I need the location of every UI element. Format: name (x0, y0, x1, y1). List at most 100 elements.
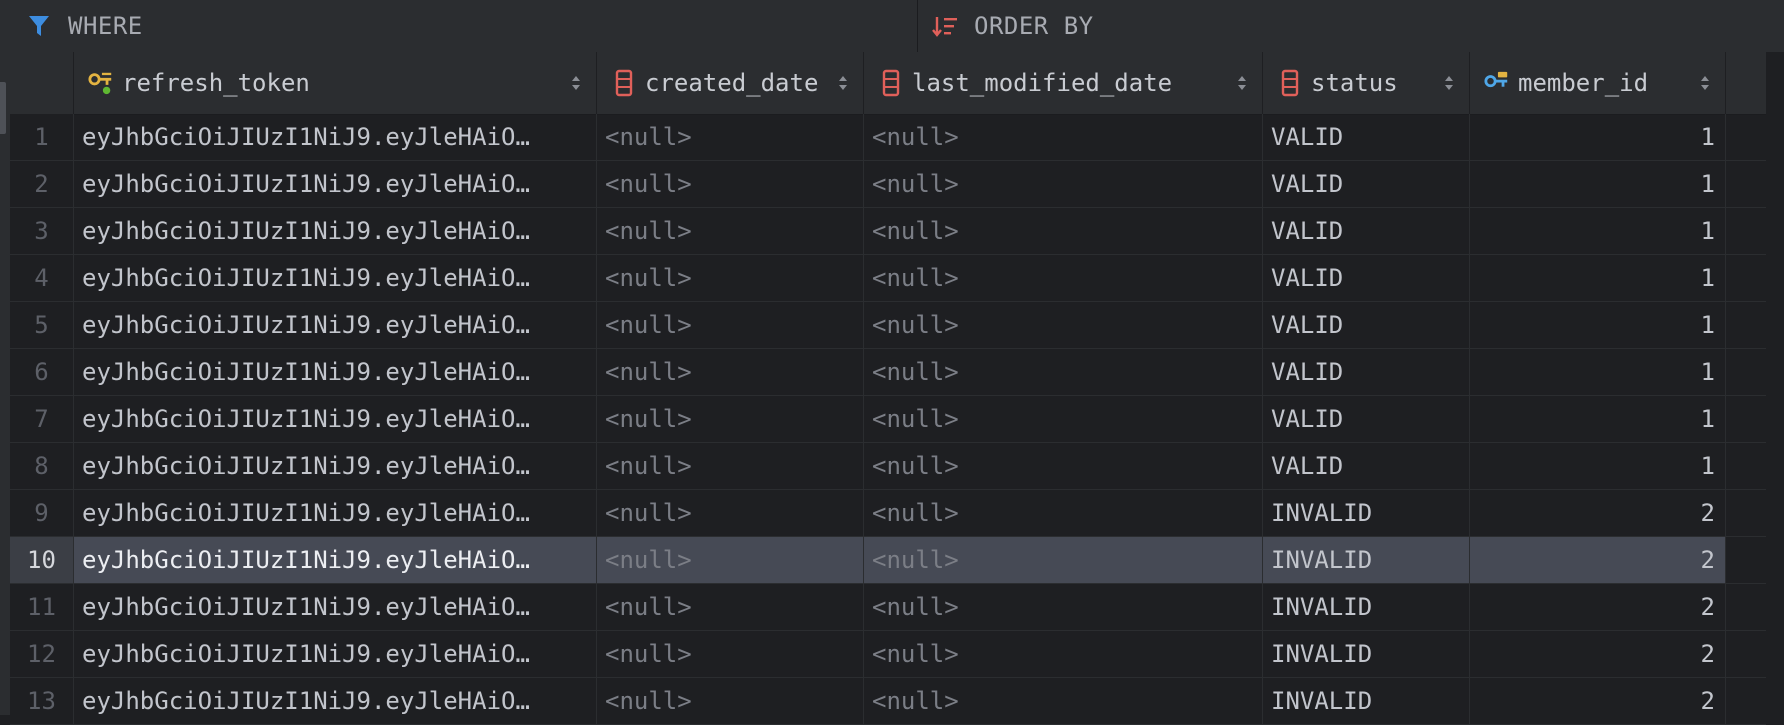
table-row-selected[interactable]: 10 eyJhbGciOiJIUzI1NiJ9.eyJleHAiO… <null… (10, 537, 1766, 584)
cell-member-id[interactable]: 1 (1470, 349, 1726, 395)
sort-toggle-icon[interactable] (1699, 74, 1711, 92)
row-number[interactable]: 9 (10, 490, 74, 536)
cell-status[interactable]: INVALID (1263, 537, 1470, 583)
row-number[interactable]: 3 (10, 208, 74, 254)
cell-last-modified-date[interactable]: <null> (864, 349, 1263, 395)
cell-created-date[interactable]: <null> (597, 443, 864, 489)
cell-member-id[interactable]: 2 (1470, 537, 1726, 583)
cell-member-id[interactable]: 2 (1470, 678, 1726, 724)
sort-toggle-icon[interactable] (570, 74, 582, 92)
cell-member-id[interactable]: 2 (1470, 631, 1726, 677)
cell-refresh-token[interactable]: eyJhbGciOiJIUzI1NiJ9.eyJleHAiO… (74, 584, 597, 630)
gutter-handle[interactable] (0, 82, 6, 134)
row-number[interactable]: 4 (10, 255, 74, 301)
cell-created-date[interactable]: <null> (597, 208, 864, 254)
column-header-status[interactable]: status (1263, 52, 1470, 114)
table-row[interactable]: 2 eyJhbGciOiJIUzI1NiJ9.eyJleHAiO… <null>… (10, 161, 1766, 208)
cell-created-date[interactable]: <null> (597, 537, 864, 583)
table-row[interactable]: 6 eyJhbGciOiJIUzI1NiJ9.eyJleHAiO… <null>… (10, 349, 1766, 396)
cell-refresh-token[interactable]: eyJhbGciOiJIUzI1NiJ9.eyJleHAiO… (74, 396, 597, 442)
cell-member-id[interactable]: 1 (1470, 255, 1726, 301)
row-number[interactable]: 5 (10, 302, 74, 348)
cell-refresh-token[interactable]: eyJhbGciOiJIUzI1NiJ9.eyJleHAiO… (74, 255, 597, 301)
cell-last-modified-date[interactable]: <null> (864, 114, 1263, 160)
cell-member-id[interactable]: 2 (1470, 584, 1726, 630)
table-row[interactable]: 3 eyJhbGciOiJIUzI1NiJ9.eyJleHAiO… <null>… (10, 208, 1766, 255)
row-number[interactable]: 8 (10, 443, 74, 489)
cell-status[interactable]: VALID (1263, 396, 1470, 442)
cell-status[interactable]: VALID (1263, 349, 1470, 395)
cell-member-id[interactable]: 1 (1470, 396, 1726, 442)
column-header-created-date[interactable]: created_date (597, 52, 864, 114)
cell-status[interactable]: INVALID (1263, 490, 1470, 536)
cell-refresh-token[interactable]: eyJhbGciOiJIUzI1NiJ9.eyJleHAiO… (74, 537, 597, 583)
row-number[interactable]: 13 (10, 678, 74, 724)
cell-last-modified-date[interactable]: <null> (864, 631, 1263, 677)
table-row[interactable]: 1 eyJhbGciOiJIUzI1NiJ9.eyJleHAiO… <null>… (10, 114, 1766, 161)
cell-refresh-token[interactable]: eyJhbGciOiJIUzI1NiJ9.eyJleHAiO… (74, 349, 597, 395)
table-row[interactable]: 9 eyJhbGciOiJIUzI1NiJ9.eyJleHAiO… <null>… (10, 490, 1766, 537)
cell-refresh-token[interactable]: eyJhbGciOiJIUzI1NiJ9.eyJleHAiO… (74, 161, 597, 207)
cell-status[interactable]: VALID (1263, 443, 1470, 489)
order-by-filter[interactable]: ORDER BY (918, 0, 1784, 52)
column-header-refresh-token[interactable]: refresh_token (74, 52, 597, 114)
cell-status[interactable]: INVALID (1263, 631, 1470, 677)
cell-last-modified-date[interactable]: <null> (864, 255, 1263, 301)
row-number[interactable]: 6 (10, 349, 74, 395)
cell-created-date[interactable]: <null> (597, 161, 864, 207)
sort-toggle-icon[interactable] (1443, 74, 1455, 92)
row-number[interactable]: 2 (10, 161, 74, 207)
cell-refresh-token[interactable]: eyJhbGciOiJIUzI1NiJ9.eyJleHAiO… (74, 302, 597, 348)
cell-status[interactable]: VALID (1263, 302, 1470, 348)
cell-last-modified-date[interactable]: <null> (864, 302, 1263, 348)
cell-last-modified-date[interactable]: <null> (864, 678, 1263, 724)
row-number-header[interactable] (10, 52, 74, 114)
cell-member-id[interactable]: 1 (1470, 208, 1726, 254)
cell-member-id[interactable]: 1 (1470, 302, 1726, 348)
column-header-last-modified-date[interactable]: last_modified_date (864, 52, 1263, 114)
cell-status[interactable]: VALID (1263, 161, 1470, 207)
sort-toggle-icon[interactable] (837, 74, 849, 92)
table-row[interactable]: 8 eyJhbGciOiJIUzI1NiJ9.eyJleHAiO… <null>… (10, 443, 1766, 490)
cell-created-date[interactable]: <null> (597, 490, 864, 536)
cell-member-id[interactable]: 1 (1470, 443, 1726, 489)
cell-refresh-token[interactable]: eyJhbGciOiJIUzI1NiJ9.eyJleHAiO… (74, 631, 597, 677)
cell-created-date[interactable]: <null> (597, 349, 864, 395)
cell-status[interactable]: VALID (1263, 255, 1470, 301)
cell-created-date[interactable]: <null> (597, 302, 864, 348)
cell-refresh-token[interactable]: eyJhbGciOiJIUzI1NiJ9.eyJleHAiO… (74, 208, 597, 254)
table-row[interactable]: 5 eyJhbGciOiJIUzI1NiJ9.eyJleHAiO… <null>… (10, 302, 1766, 349)
cell-last-modified-date[interactable]: <null> (864, 161, 1263, 207)
row-number[interactable]: 10 (10, 537, 74, 583)
cell-last-modified-date[interactable]: <null> (864, 396, 1263, 442)
cell-created-date[interactable]: <null> (597, 396, 864, 442)
cell-created-date[interactable]: <null> (597, 584, 864, 630)
row-number[interactable]: 11 (10, 584, 74, 630)
where-filter[interactable]: WHERE (0, 0, 918, 52)
cell-refresh-token[interactable]: eyJhbGciOiJIUzI1NiJ9.eyJleHAiO… (74, 443, 597, 489)
cell-last-modified-date[interactable]: <null> (864, 443, 1263, 489)
cell-member-id[interactable]: 1 (1470, 161, 1726, 207)
cell-created-date[interactable]: <null> (597, 255, 864, 301)
cell-status[interactable]: VALID (1263, 114, 1470, 160)
cell-member-id[interactable]: 2 (1470, 490, 1726, 536)
column-header-member-id[interactable]: member_id (1470, 52, 1726, 114)
cell-status[interactable]: INVALID (1263, 678, 1470, 724)
table-row[interactable]: 7 eyJhbGciOiJIUzI1NiJ9.eyJleHAiO… <null>… (10, 396, 1766, 443)
cell-last-modified-date[interactable]: <null> (864, 490, 1263, 536)
cell-created-date[interactable]: <null> (597, 114, 864, 160)
cell-status[interactable]: INVALID (1263, 584, 1470, 630)
cell-refresh-token[interactable]: eyJhbGciOiJIUzI1NiJ9.eyJleHAiO… (74, 678, 597, 724)
cell-member-id[interactable]: 1 (1470, 114, 1726, 160)
cell-last-modified-date[interactable]: <null> (864, 208, 1263, 254)
row-number[interactable]: 1 (10, 114, 74, 160)
sort-toggle-icon[interactable] (1236, 74, 1248, 92)
table-row[interactable]: 12 eyJhbGciOiJIUzI1NiJ9.eyJleHAiO… <null… (10, 631, 1766, 678)
table-row[interactable]: 4 eyJhbGciOiJIUzI1NiJ9.eyJleHAiO… <null>… (10, 255, 1766, 302)
row-number[interactable]: 12 (10, 631, 74, 677)
table-row[interactable]: 13 eyJhbGciOiJIUzI1NiJ9.eyJleHAiO… <null… (10, 678, 1766, 725)
cell-created-date[interactable]: <null> (597, 678, 864, 724)
cell-last-modified-date[interactable]: <null> (864, 584, 1263, 630)
cell-status[interactable]: VALID (1263, 208, 1470, 254)
table-row[interactable]: 11 eyJhbGciOiJIUzI1NiJ9.eyJleHAiO… <null… (10, 584, 1766, 631)
